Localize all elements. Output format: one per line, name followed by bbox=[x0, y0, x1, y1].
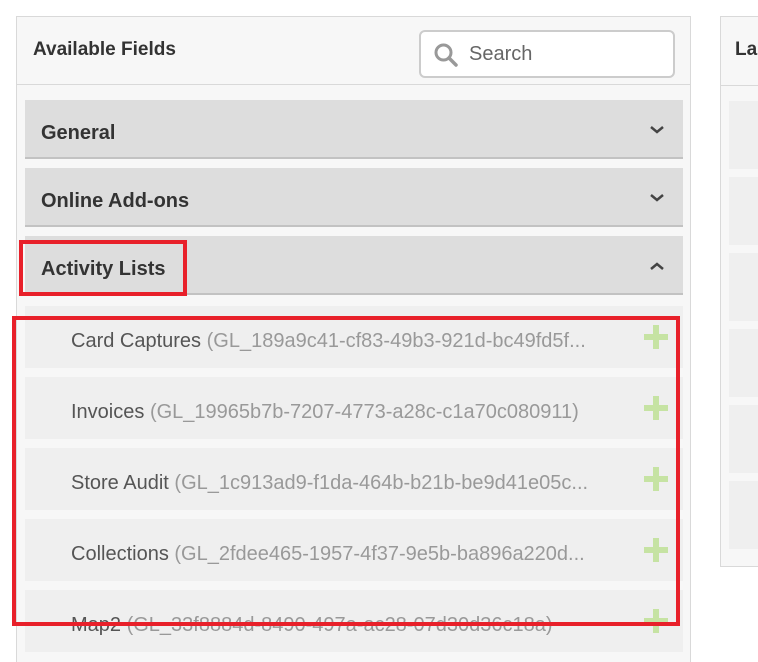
layout-row[interactable] bbox=[729, 405, 758, 473]
search-box[interactable] bbox=[419, 30, 675, 78]
layout-row[interactable] bbox=[729, 253, 758, 321]
chevron-down-icon bbox=[650, 126, 664, 134]
layout-row[interactable] bbox=[729, 101, 758, 169]
layout-row[interactable] bbox=[729, 177, 758, 245]
highlight-activity-lists bbox=[19, 240, 187, 296]
panel-title: Available Fields bbox=[33, 39, 176, 60]
section-general[interactable]: General bbox=[25, 100, 683, 159]
divider bbox=[721, 85, 758, 86]
layout-row[interactable] bbox=[729, 329, 758, 397]
chevron-down-icon bbox=[650, 194, 664, 202]
available-fields-header: Available Fields bbox=[17, 17, 690, 85]
layout-panel: La bbox=[720, 16, 758, 567]
search-icon bbox=[434, 43, 458, 67]
chevron-up-icon bbox=[650, 262, 664, 270]
layout-row[interactable] bbox=[729, 481, 758, 549]
layout-panel-title: La bbox=[735, 39, 758, 60]
highlight-activity-items bbox=[12, 316, 680, 626]
section-online-add-ons[interactable]: Online Add-ons bbox=[25, 168, 683, 227]
section-label: Online Add-ons bbox=[41, 190, 190, 212]
search-input[interactable] bbox=[469, 40, 659, 68]
section-label: General bbox=[41, 122, 116, 144]
